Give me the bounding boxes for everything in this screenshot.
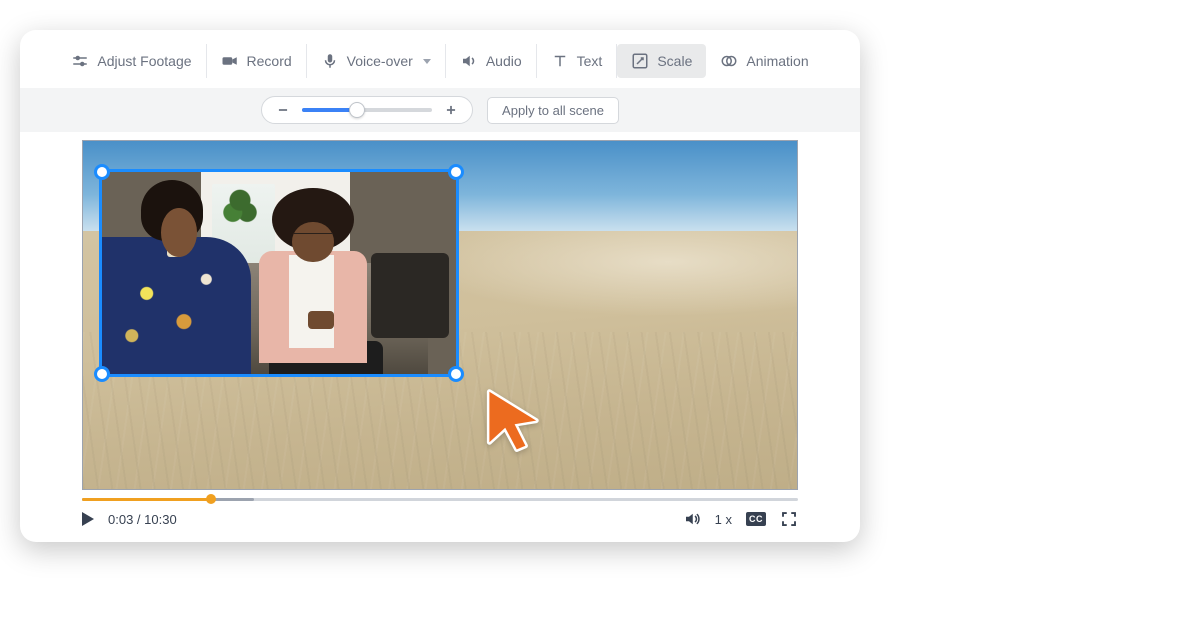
zoom-in-button[interactable] [442, 101, 460, 119]
microphone-icon [321, 52, 339, 70]
video-progress-bar[interactable] [82, 496, 798, 502]
progress-fill [82, 498, 211, 501]
scale-slider[interactable] [261, 96, 473, 124]
video-canvas[interactable] [82, 140, 798, 490]
total-time: 10:30 [144, 512, 177, 527]
closed-captions-button[interactable]: CC [746, 512, 766, 526]
zoom-out-button[interactable] [274, 101, 292, 119]
video-editor-window: Adjust Footage Record Voice-over Audio [20, 30, 860, 542]
record-label: Record [247, 53, 292, 69]
resize-handle-bottom-right[interactable] [448, 366, 464, 382]
resize-handle-bottom-left[interactable] [94, 366, 110, 382]
scale-slider-thumb[interactable] [349, 102, 365, 118]
time-display: 0:03 / 10:30 [108, 512, 177, 527]
progress-thumb[interactable] [206, 494, 216, 504]
text-button[interactable]: Text [537, 44, 618, 78]
scale-label: Scale [657, 53, 692, 69]
voiceover-button[interactable]: Voice-over [307, 44, 446, 78]
scale-controls-bar: Apply to all scene [20, 88, 860, 132]
cursor-pointer-icon [475, 381, 547, 453]
scale-icon [631, 52, 649, 70]
adjust-footage-button[interactable]: Adjust Footage [57, 44, 206, 78]
canvas-area [20, 132, 860, 490]
fullscreen-button[interactable] [780, 510, 798, 528]
audio-icon [460, 52, 478, 70]
play-button[interactable] [82, 512, 94, 526]
overlay-selection-frame[interactable] [99, 169, 459, 377]
animation-icon [720, 52, 738, 70]
scale-slider-track[interactable] [302, 108, 432, 112]
record-button[interactable]: Record [207, 44, 307, 78]
text-label: Text [577, 53, 603, 69]
apply-to-all-button[interactable]: Apply to all scene [487, 97, 619, 124]
playback-controls: 0:03 / 10:30 1 x CC [20, 502, 860, 528]
chevron-down-icon [423, 59, 431, 64]
volume-icon[interactable] [683, 510, 701, 528]
overlay-video-clip[interactable] [102, 172, 456, 374]
adjust-icon [71, 52, 89, 70]
playback-speed[interactable]: 1 x [715, 512, 732, 527]
camera-icon [221, 52, 239, 70]
audio-button[interactable]: Audio [446, 44, 537, 78]
adjust-footage-label: Adjust Footage [97, 53, 191, 69]
animation-label: Animation [746, 53, 808, 69]
scale-button[interactable]: Scale [617, 44, 706, 78]
resize-handle-top-right[interactable] [448, 164, 464, 180]
text-icon [551, 52, 569, 70]
main-toolbar: Adjust Footage Record Voice-over Audio [20, 44, 860, 88]
animation-button[interactable]: Animation [706, 44, 822, 78]
audio-label: Audio [486, 53, 522, 69]
voiceover-label: Voice-over [347, 53, 413, 69]
current-time: 0:03 [108, 512, 133, 527]
resize-handle-top-left[interactable] [94, 164, 110, 180]
